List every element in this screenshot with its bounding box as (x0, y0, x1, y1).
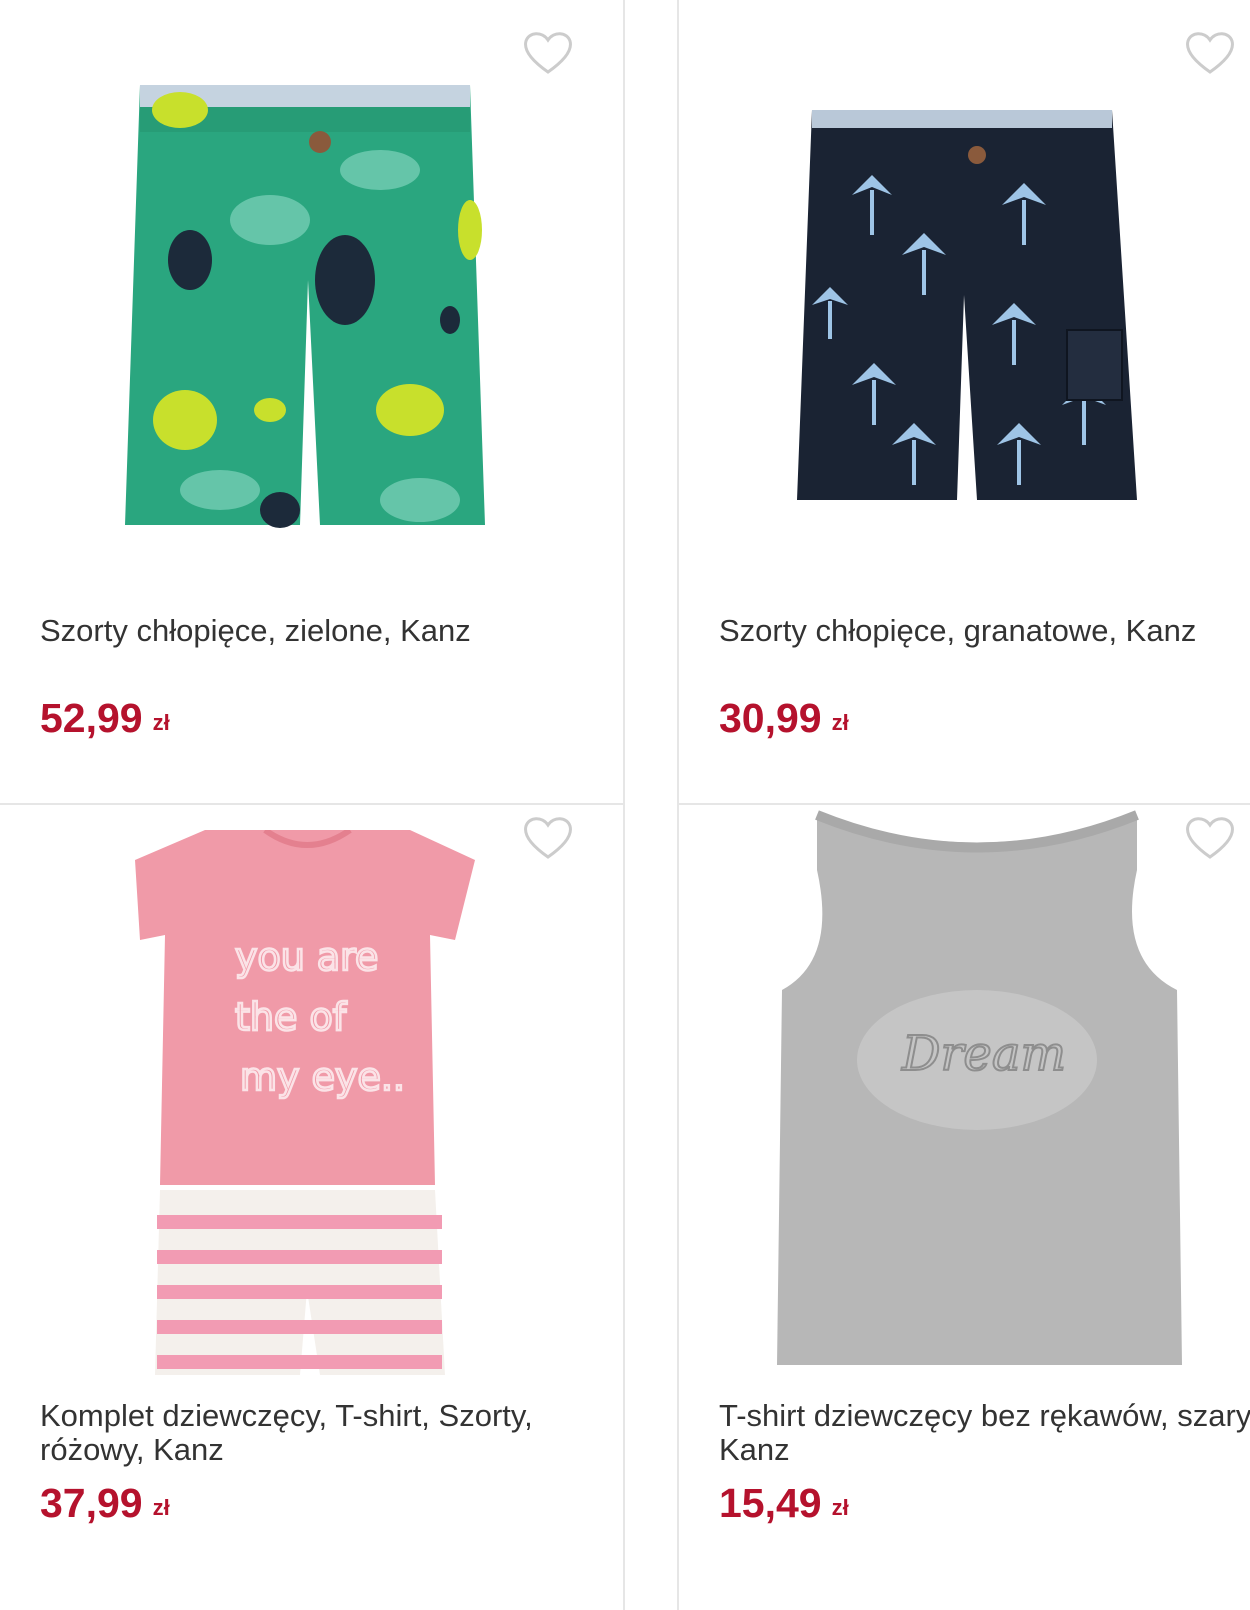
heart-outline-icon[interactable] (522, 815, 574, 861)
product-card[interactable]: Szorty chłopięce, zielone, Kanz 52,99 zł (0, 0, 625, 805)
product-image-pink-set[interactable]: you are the of my eye.. (135, 830, 480, 1380)
price-currency: zł (831, 710, 849, 735)
svg-text:the of: the of (235, 995, 348, 1039)
product-price: 52,99 zł (40, 695, 170, 742)
product-title[interactable]: Komplet dziewczęcy, T-shirt, Szorty, róż… (40, 1399, 580, 1467)
svg-text:my eye..: my eye.. (240, 1055, 405, 1099)
heart-outline-icon[interactable] (522, 30, 574, 76)
svg-text:you are: you are (235, 935, 378, 979)
product-image-green-shorts[interactable] (120, 80, 490, 530)
product-title[interactable]: Szorty chłopięce, granatowe, Kanz (719, 614, 1250, 648)
price-value: 37,99 (40, 1480, 143, 1526)
product-card[interactable]: Dream T-shirt dziewczęcy bez rękawów, sz… (677, 805, 1250, 1610)
product-price: 15,49 zł (719, 1480, 849, 1527)
price-value: 30,99 (719, 695, 822, 741)
product-title[interactable]: Szorty chłopięce, zielone, Kanz (40, 614, 580, 648)
price-value: 15,49 (719, 1480, 822, 1526)
price-currency: zł (152, 710, 170, 735)
price-value: 52,99 (40, 695, 143, 741)
product-grid: Szorty chłopięce, zielone, Kanz 52,99 zł (0, 0, 1250, 1610)
product-image-navy-shorts[interactable] (792, 105, 1142, 505)
grid-gap (625, 0, 677, 1610)
product-price: 30,99 zł (719, 695, 849, 742)
product-price: 37,99 zł (40, 1480, 170, 1527)
price-currency: zł (152, 1495, 170, 1520)
price-currency: zł (831, 1495, 849, 1520)
product-card[interactable]: Szorty chłopięce, granatowe, Kanz 30,99 z… (677, 0, 1250, 805)
heart-outline-icon[interactable] (1184, 815, 1236, 861)
svg-text:Dream: Dream (901, 1026, 1066, 1082)
heart-outline-icon[interactable] (1184, 30, 1236, 76)
product-title[interactable]: T-shirt dziewczęcy bez rękawów, szary, K… (719, 1399, 1250, 1467)
product-image-grey-tank[interactable]: Dream (777, 810, 1182, 1370)
product-card[interactable]: you are the of my eye.. Komplet dziewczę… (0, 805, 625, 1610)
